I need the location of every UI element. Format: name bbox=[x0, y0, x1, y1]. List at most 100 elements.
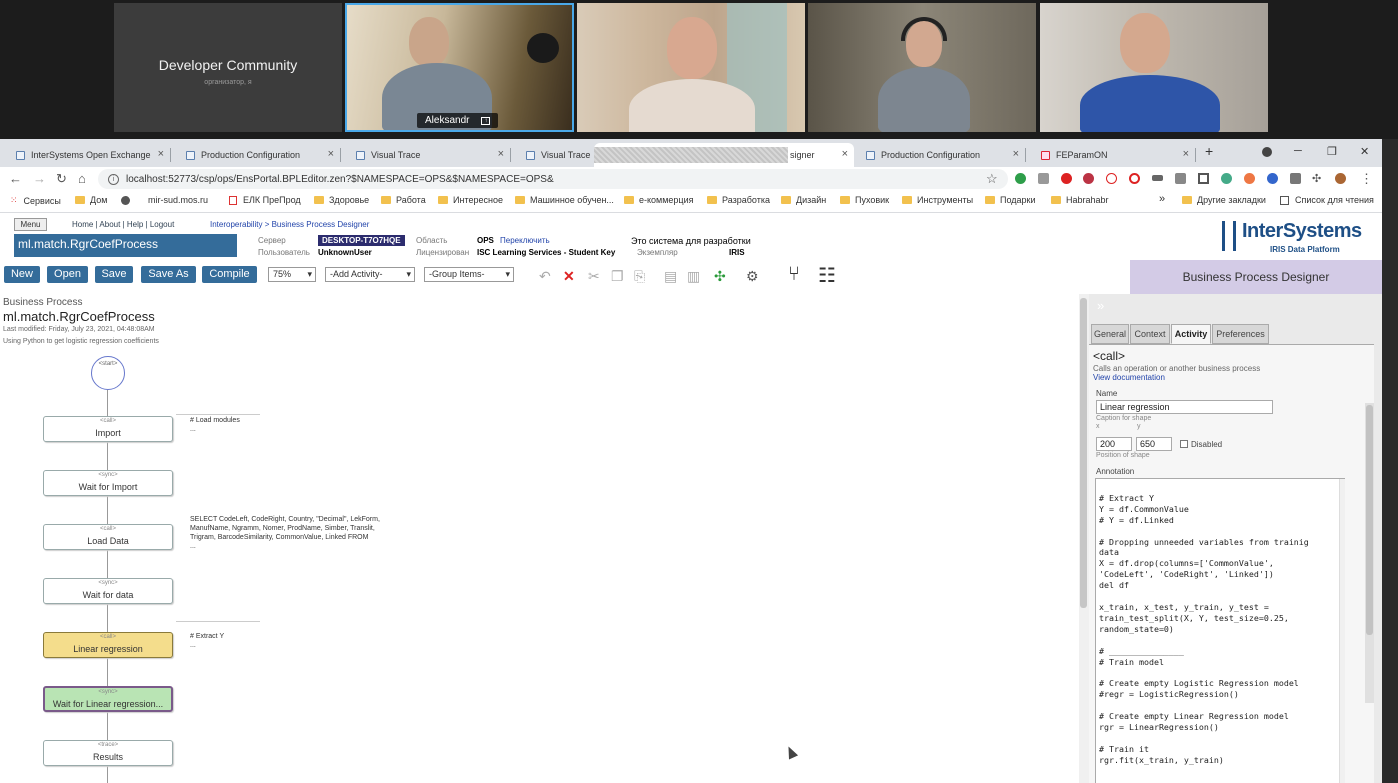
tab-general[interactable]: General bbox=[1091, 324, 1129, 344]
switch-namespace-link[interactable]: Переключить bbox=[500, 236, 550, 245]
bookmark-star-icon[interactable]: ☆ bbox=[986, 171, 998, 187]
new-button[interactable]: New bbox=[4, 266, 40, 283]
shape-call-linear-regression[interactable]: <call> Linear regression bbox=[43, 632, 173, 658]
y-input[interactable]: 650 bbox=[1136, 437, 1172, 451]
tab-production-config-2[interactable]: Production Configuration × bbox=[850, 143, 1026, 167]
bookmark-other[interactable]: Другие закладки bbox=[1182, 195, 1266, 205]
cut-icon[interactable]: ✂ bbox=[588, 268, 600, 285]
x-input[interactable]: 200 bbox=[1096, 437, 1132, 451]
extension-icon[interactable] bbox=[1152, 175, 1163, 181]
home-icon[interactable]: ⌂ bbox=[78, 171, 86, 186]
profile-avatar-icon[interactable] bbox=[1335, 173, 1346, 184]
minimize-icon[interactable]: ─ bbox=[1294, 145, 1302, 157]
diagram-scrollbar[interactable] bbox=[1079, 294, 1089, 783]
close-window-icon[interactable]: ✕ bbox=[1360, 145, 1369, 158]
panel-scrollbar[interactable] bbox=[1365, 403, 1374, 703]
tab-visual-trace-1[interactable]: Visual Trace × bbox=[340, 143, 511, 167]
paste-icon[interactable]: ⎘ bbox=[634, 268, 645, 285]
align-right-icon[interactable]: ▥ bbox=[687, 268, 700, 285]
close-tab-icon[interactable]: × bbox=[328, 148, 334, 160]
annotation-scrollbar[interactable] bbox=[1339, 479, 1345, 783]
extension-icon[interactable] bbox=[1244, 173, 1255, 184]
undo-icon[interactable]: ↶ bbox=[539, 268, 551, 285]
plugin-icon[interactable]: ⚙ bbox=[746, 268, 759, 285]
bookmark-ecommerce[interactable]: е-коммерция bbox=[624, 195, 694, 205]
extension-google-icon[interactable] bbox=[1221, 173, 1232, 184]
bookmark-work[interactable]: Работа bbox=[381, 195, 426, 205]
start-node[interactable]: <start> bbox=[91, 356, 125, 390]
extension-opera-icon[interactable] bbox=[1061, 173, 1072, 184]
tab-context[interactable]: Context bbox=[1130, 324, 1170, 344]
extension-icon[interactable] bbox=[1290, 173, 1301, 184]
bookmark-development[interactable]: Разработка bbox=[707, 195, 770, 205]
breadcrumb[interactable]: Interoperability > Business Process Desi… bbox=[210, 220, 369, 229]
extensions-puzzle-icon[interactable]: ✣ bbox=[1312, 172, 1321, 185]
shape-call-load-data[interactable]: <call> Load Data bbox=[43, 524, 173, 550]
disabled-checkbox[interactable] bbox=[1180, 440, 1188, 448]
close-tab-icon[interactable]: × bbox=[1013, 148, 1019, 160]
close-tab-icon[interactable]: × bbox=[498, 148, 504, 160]
extension-crop-icon[interactable] bbox=[1198, 173, 1209, 184]
tab-activity[interactable]: Activity bbox=[1171, 324, 1211, 344]
compile-button[interactable]: Compile bbox=[202, 266, 257, 283]
maximize-icon[interactable]: ❐ bbox=[1327, 145, 1337, 158]
more-menu-icon[interactable]: ⋮ bbox=[1360, 171, 1373, 187]
bookmark-habr[interactable]: Habrahabr bbox=[1051, 195, 1109, 205]
bookmark-services[interactable]: ⁙ Сервисы bbox=[10, 195, 61, 206]
bookmark-puhovik[interactable]: Пуховик bbox=[840, 195, 889, 205]
forward-arrow-icon[interactable]: → bbox=[33, 171, 46, 186]
video-tile-participant-2[interactable] bbox=[577, 3, 805, 132]
url-field[interactable]: i localhost:52773/csp/ops/EnsPortal.BPLE… bbox=[98, 169, 1008, 189]
save-button[interactable]: Save bbox=[95, 266, 133, 283]
tab-open-exchange[interactable]: InterSystems Open Exchange × bbox=[0, 143, 171, 167]
bookmark-mir-sud[interactable]: mir-sud.mos.ru bbox=[121, 195, 208, 205]
annotation-textarea[interactable]: # Extract Y Y = df.CommonValue # Y = df.… bbox=[1095, 478, 1345, 783]
add-activity-select[interactable]: -Add Activity- bbox=[325, 267, 415, 282]
reading-list[interactable]: Список для чтения bbox=[1280, 195, 1374, 205]
extension-evernote-icon[interactable] bbox=[1015, 173, 1026, 184]
arrange-icon[interactable]: ✣ bbox=[714, 268, 726, 285]
close-tab-icon[interactable]: × bbox=[1183, 148, 1189, 160]
extension-camera-icon[interactable] bbox=[1175, 173, 1186, 184]
bookmark-home[interactable]: Дом bbox=[75, 195, 107, 205]
align-left-icon[interactable]: ▤ bbox=[664, 268, 677, 285]
tab-preferences[interactable]: Preferences bbox=[1212, 324, 1269, 344]
zoom-select[interactable]: 75% bbox=[268, 267, 316, 282]
reload-icon[interactable]: ↻ bbox=[56, 171, 67, 187]
shape-sync-wait-data[interactable]: <sync> Wait for data bbox=[43, 578, 173, 604]
video-tile-participant-3[interactable] bbox=[808, 3, 1036, 132]
extension-icon[interactable] bbox=[1083, 173, 1094, 184]
collapse-panel-icon[interactable]: » bbox=[1097, 298, 1104, 313]
bookmark-ml[interactable]: Машинное обучен... bbox=[515, 195, 614, 205]
close-tab-icon[interactable]: × bbox=[842, 148, 848, 160]
menu-button[interactable]: Menu bbox=[14, 218, 47, 231]
task-list-icon[interactable]: ☷ bbox=[818, 263, 836, 288]
bookmarks-overflow[interactable]: » bbox=[1159, 193, 1165, 205]
shape-trace-results[interactable]: <trace> Results bbox=[43, 740, 173, 766]
tab-feparamon[interactable]: FEParamON × bbox=[1025, 143, 1196, 167]
open-button[interactable]: Open bbox=[47, 266, 88, 283]
video-tile-participant-4[interactable] bbox=[1040, 3, 1268, 132]
video-tile-speaker[interactable]: Aleksandr ↑ bbox=[345, 3, 574, 132]
scrollbar-thumb[interactable] bbox=[1366, 405, 1373, 635]
shape-sync-wait-linear-regression[interactable]: <sync> Wait for Linear regression... bbox=[43, 686, 173, 712]
branch-compare-icon[interactable]: ⑂ bbox=[788, 263, 800, 286]
video-tile-host[interactable]: Developer Community организатор, я bbox=[114, 3, 342, 132]
profile-circle-icon[interactable] bbox=[1262, 147, 1272, 157]
shape-sync-wait-import[interactable]: <sync> Wait for Import bbox=[43, 470, 173, 496]
group-items-select[interactable]: -Group Items- bbox=[424, 267, 514, 282]
top-links[interactable]: Home | About | Help | Logout bbox=[72, 220, 174, 229]
bookmark-interesting[interactable]: Интересное bbox=[438, 195, 503, 205]
bookmark-health[interactable]: Здоровье bbox=[314, 195, 369, 205]
shape-call-import[interactable]: <call> Import bbox=[43, 416, 173, 442]
back-arrow-icon[interactable]: ← bbox=[9, 171, 22, 186]
scrollbar-thumb[interactable] bbox=[1080, 298, 1087, 608]
site-info-icon[interactable]: i bbox=[108, 173, 119, 185]
bookmark-tools[interactable]: Инструменты bbox=[902, 195, 973, 205]
view-documentation-link[interactable]: View documentation bbox=[1093, 373, 1165, 382]
bpl-diagram-canvas[interactable]: Business Process ml.match.RgrCoefProcess… bbox=[0, 294, 1079, 783]
delete-icon[interactable]: ✕ bbox=[563, 268, 575, 285]
tab-visual-trace-2[interactable]: Visual Trace bbox=[510, 143, 595, 167]
bookmark-elk[interactable]: ЕЛК ПреПрод bbox=[229, 195, 301, 205]
new-tab-button[interactable]: + bbox=[1205, 143, 1213, 159]
